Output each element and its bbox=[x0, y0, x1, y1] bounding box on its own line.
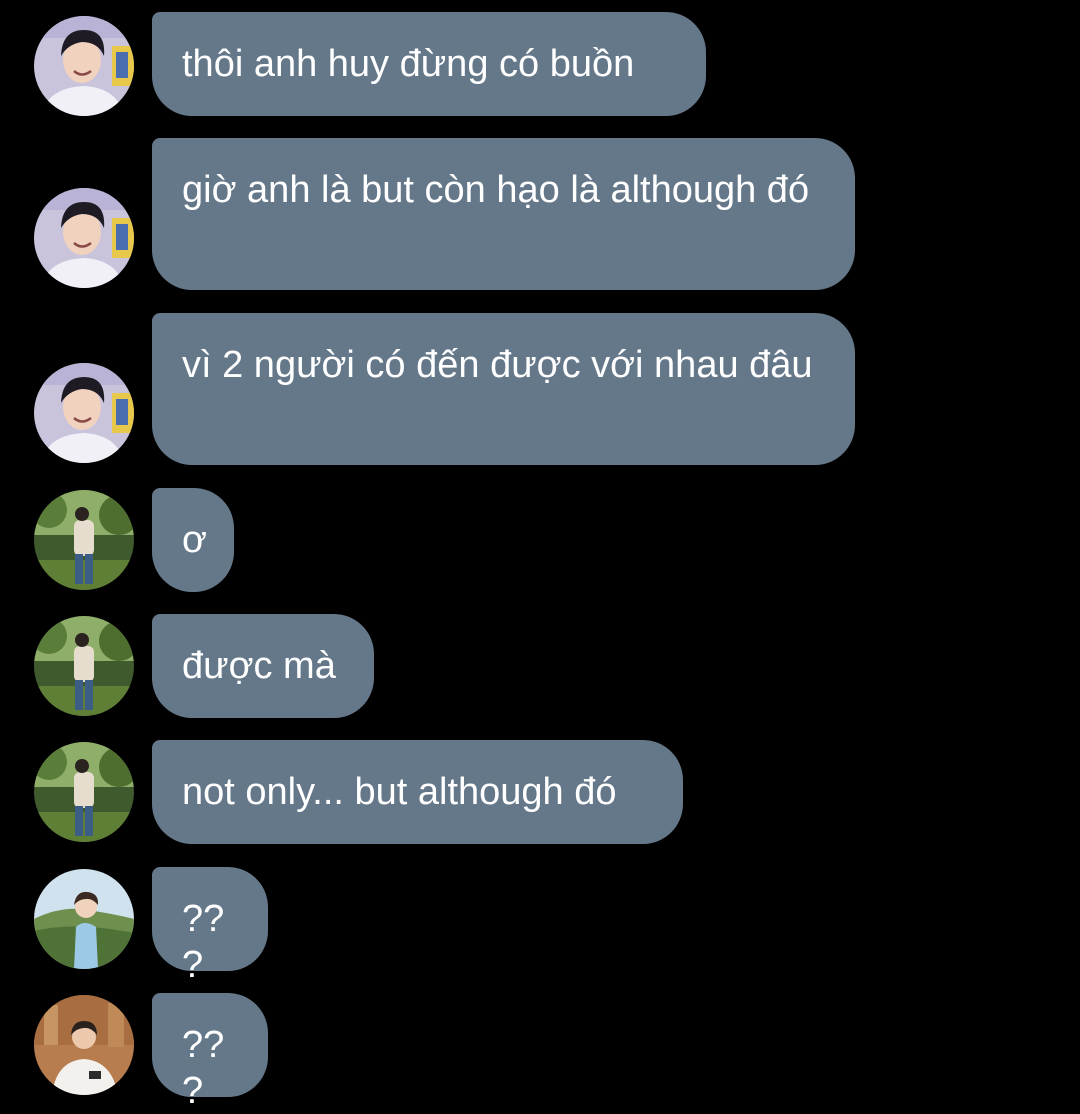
message-bubble[interactable]: ??? bbox=[152, 993, 268, 1112]
message-row: ơ bbox=[0, 488, 1080, 592]
message-text: ơ bbox=[182, 519, 207, 561]
avatar-user-d-image bbox=[34, 995, 134, 1095]
message-row: được mà bbox=[0, 614, 1080, 718]
avatar-user-b-image bbox=[34, 742, 134, 842]
message-row: thôi anh huy đừng có buồn bbox=[0, 12, 1080, 116]
avatar-user-b[interactable] bbox=[34, 490, 134, 590]
message-text: ??? bbox=[182, 1024, 225, 1112]
avatar-user-a-image bbox=[34, 363, 134, 463]
message-bubble[interactable]: thôi anh huy đừng có buồn bbox=[152, 12, 706, 116]
message-text: được mà bbox=[182, 645, 336, 687]
message-row: vì 2 người có đến được với nhau đâu bbox=[0, 313, 1080, 465]
avatar-user-d[interactable] bbox=[34, 995, 134, 1095]
avatar-user-b[interactable] bbox=[34, 742, 134, 842]
avatar-user-a[interactable] bbox=[34, 363, 134, 463]
message-text: giờ anh là but còn hạo là although đó bbox=[182, 169, 810, 211]
message-bubble[interactable]: giờ anh là but còn hạo là although đó bbox=[152, 138, 855, 290]
message-row: not only... but although đó bbox=[0, 740, 1080, 844]
message-bubble[interactable]: ??? bbox=[152, 867, 268, 986]
message-text: not only... but although đó bbox=[182, 771, 617, 813]
message-bubble[interactable]: được mà bbox=[152, 614, 374, 718]
message-row: ??? bbox=[0, 993, 1080, 1112]
message-text: vì 2 người có đến được với nhau đâu bbox=[182, 344, 813, 386]
chat-thread: thôi anh huy đừng có buồn giờ anh là but… bbox=[0, 0, 1080, 1112]
avatar-user-c-image bbox=[34, 869, 134, 969]
message-row: giờ anh là but còn hạo là although đó bbox=[0, 138, 1080, 290]
avatar-user-a[interactable] bbox=[34, 188, 134, 288]
avatar-user-a-image bbox=[34, 188, 134, 288]
avatar-user-c[interactable] bbox=[34, 869, 134, 969]
message-row: ??? bbox=[0, 867, 1080, 986]
message-bubble[interactable]: ơ bbox=[152, 488, 234, 592]
avatar-user-b[interactable] bbox=[34, 616, 134, 716]
avatar-user-a-image bbox=[34, 16, 134, 116]
message-text: ??? bbox=[182, 898, 225, 986]
avatar-user-b-image bbox=[34, 616, 134, 716]
message-text: thôi anh huy đừng có buồn bbox=[182, 43, 635, 85]
avatar-user-b-image bbox=[34, 490, 134, 590]
message-bubble[interactable]: not only... but although đó bbox=[152, 740, 683, 844]
message-bubble[interactable]: vì 2 người có đến được với nhau đâu bbox=[152, 313, 855, 465]
avatar-user-a[interactable] bbox=[34, 16, 134, 116]
